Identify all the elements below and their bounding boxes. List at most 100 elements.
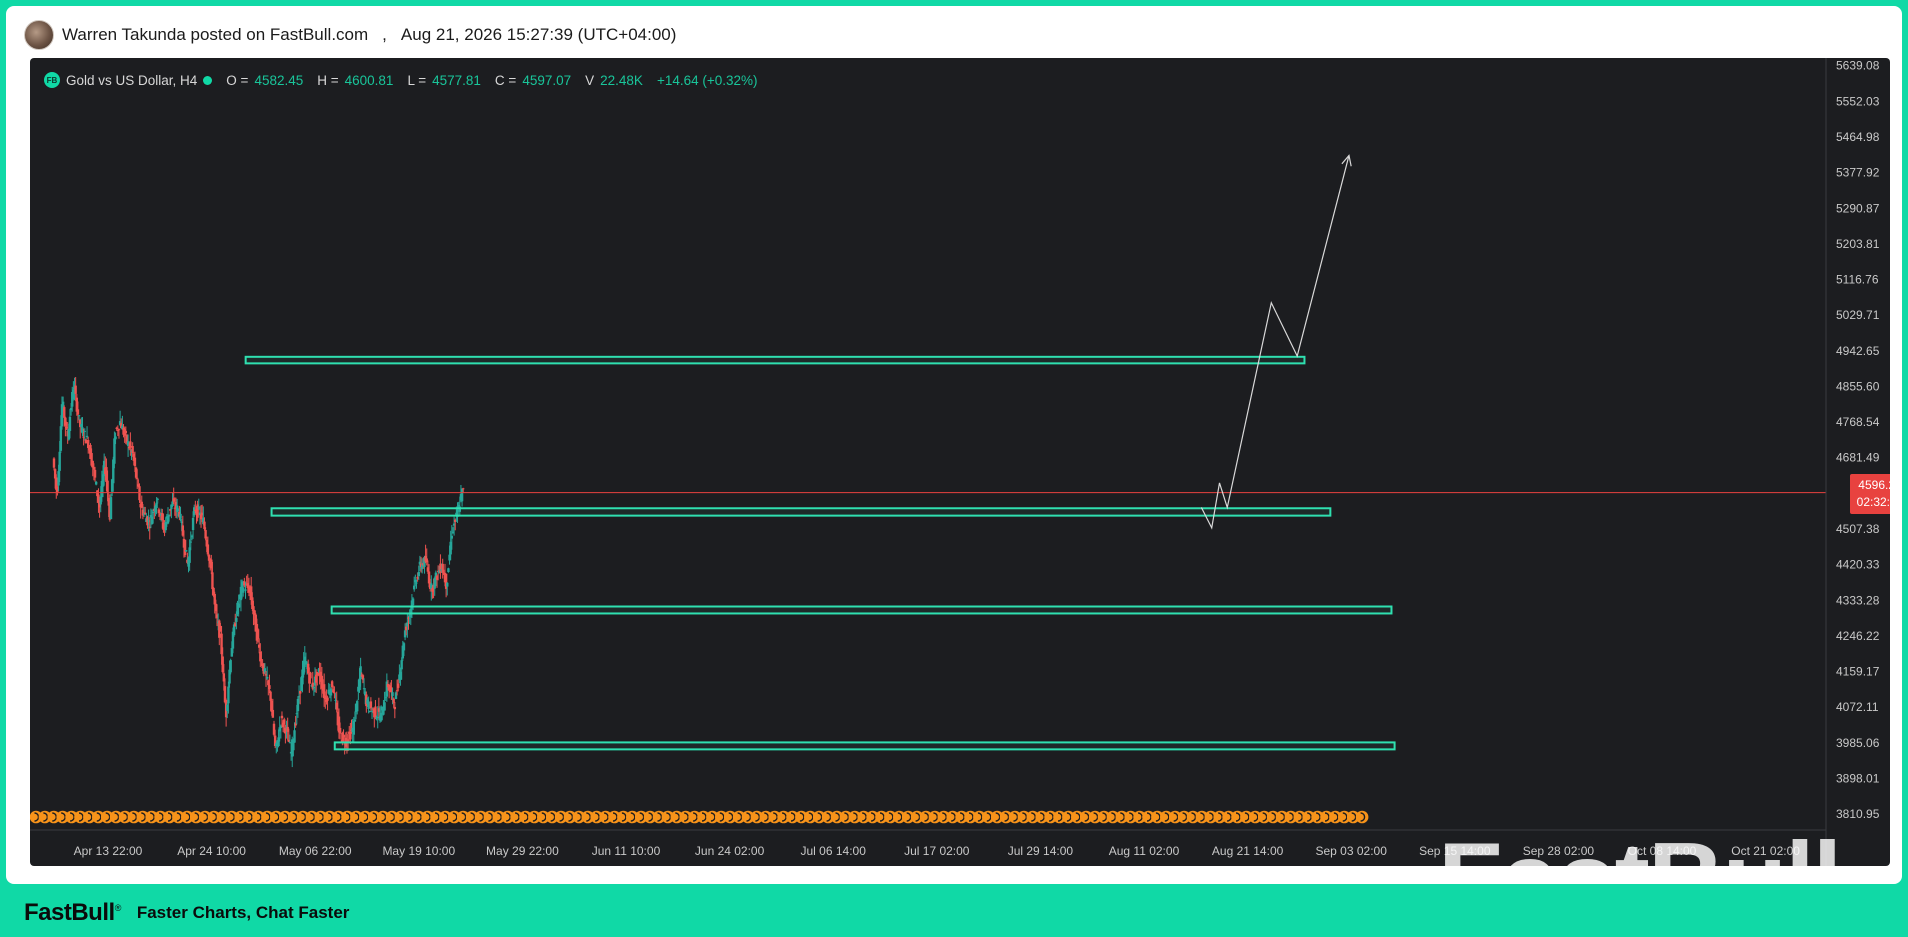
symbol-name[interactable]: Gold vs US Dollar, H4 [66, 73, 197, 88]
post-header: Warren Takunda posted on FastBull.com , … [24, 18, 676, 52]
price-axis[interactable]: 5639.08 5552.03 5464.98 5377.92 5290.87 5203.… [1836, 59, 1880, 821]
price-tick-label: 5377.92 [1836, 166, 1880, 180]
candle-body [227, 686, 230, 704]
current-price-tag: 4596.29 02:32:18 [1850, 474, 1890, 514]
candle-body [244, 589, 247, 591]
price-tick-label: 5203.81 [1836, 237, 1880, 251]
price-tick-label: 3810.95 [1836, 807, 1880, 821]
candle-body [106, 480, 109, 494]
projection-path[interactable] [1200, 155, 1350, 530]
close-value: 4597.07 [522, 72, 572, 88]
candle-body [329, 689, 333, 696]
price-tick-label: 3898.01 [1836, 771, 1880, 785]
candle-body [68, 416, 72, 431]
header-separator: , [382, 25, 387, 44]
candle-body [446, 582, 449, 587]
candle-body [235, 617, 238, 622]
time-tick-label: May 06 22:00 [279, 844, 352, 858]
chart-area[interactable]: 5639.08 5552.03 5464.98 5377.92 5290.87 5203.… [30, 58, 1890, 866]
footer: FastBull® Faster Charts, Chat Faster [24, 896, 349, 930]
candle-body [133, 457, 137, 466]
candle-body [183, 539, 187, 556]
post-card: Warren Takunda posted on FastBull.com , … [6, 6, 1902, 884]
candle-body [369, 701, 373, 709]
candle-body [293, 730, 296, 743]
candle-body [368, 711, 371, 713]
price-tick-label: 4159.17 [1836, 665, 1880, 679]
candle-body [185, 550, 188, 552]
support-resistance-zone[interactable] [330, 605, 1393, 615]
candle-body [309, 672, 312, 679]
price-tick-label: 5464.98 [1836, 130, 1880, 144]
candle-body [462, 488, 465, 490]
candle-body [117, 429, 121, 431]
price-tick-label: 5290.87 [1836, 201, 1880, 215]
support-resistance-zone[interactable] [244, 355, 1306, 365]
price-tick-label: 5552.03 [1836, 94, 1880, 108]
candle-body [356, 701, 359, 712]
candle-body [156, 498, 159, 500]
candle-body [136, 477, 139, 479]
candle-body [83, 430, 86, 432]
time-tick-label: May 29 22:00 [486, 844, 559, 858]
candle-body [367, 701, 370, 709]
price-tick-label: 4768.54 [1836, 415, 1880, 429]
footer-logo-mark: ® [114, 903, 122, 913]
change-value: +14.64 (+0.32%) [656, 72, 758, 88]
low-value: 4577.81 [432, 72, 481, 88]
price-tick-label: 5639.08 [1836, 59, 1880, 73]
zones[interactable] [244, 355, 1396, 751]
candle-body [450, 535, 454, 539]
candle-body [76, 409, 80, 415]
price-tick-label: 4942.65 [1836, 344, 1880, 358]
candles [52, 377, 465, 768]
price-tick-label: 4072.11 [1836, 700, 1879, 714]
candle-body [206, 544, 210, 555]
volume-value: 22.48K [600, 72, 643, 88]
price-tick-label: 4246.22 [1836, 629, 1880, 643]
price-tick-label: 5029.71 [1836, 308, 1880, 322]
candlestick-chart[interactable]: 5639.08 5552.03 5464.98 5377.92 5290.87 5203.… [30, 58, 1890, 866]
event-markers[interactable] [30, 810, 1369, 824]
support-resistance-zone[interactable] [333, 741, 1396, 751]
market-open-dot-icon [203, 75, 213, 85]
candle-body [129, 441, 132, 448]
high-label: H = [317, 72, 339, 88]
candle-body [383, 702, 386, 711]
candle-body [299, 691, 302, 694]
support-resistance-zone[interactable] [270, 507, 1332, 517]
candle-body [271, 709, 275, 718]
price-tick-label: 4333.28 [1836, 593, 1880, 607]
candle-body [268, 685, 271, 690]
candle-body [179, 513, 182, 519]
time-tick-label: Apr 13 22:00 [74, 844, 143, 858]
time-tick-label: Jul 17 02:00 [904, 844, 970, 858]
price-tick-label: 4681.49 [1836, 451, 1880, 465]
candle-body [415, 582, 418, 584]
candle-body [59, 426, 63, 451]
low-label: L = [407, 72, 427, 88]
footer-logo[interactable]: FastBull® [24, 899, 121, 927]
candle-body [288, 742, 292, 744]
candle-body [280, 715, 284, 719]
price-tick-label: 4420.33 [1836, 558, 1880, 572]
candle-body [265, 676, 269, 679]
candle-body [189, 541, 192, 543]
event-marker-icon[interactable] [1355, 810, 1369, 824]
candle-body [229, 660, 232, 673]
candle-body [74, 385, 77, 394]
time-tick-label: Jul 29 14:00 [1008, 844, 1074, 858]
post-author-line[interactable]: Warren Takunda posted on FastBull.com [62, 25, 368, 45]
author-avatar[interactable] [24, 20, 54, 50]
candle-body [52, 458, 56, 468]
candle-body [94, 481, 98, 485]
candle-body [447, 568, 450, 573]
bar-countdown: 02:32:18 [1856, 495, 1890, 509]
candle-body [393, 706, 397, 710]
candle-body [109, 497, 113, 520]
price-tick-label: 4855.60 [1836, 379, 1880, 393]
candle-body [58, 451, 61, 471]
candle-body [397, 683, 400, 688]
post-timestamp: Aug 21, 2026 15:27:39 (UTC+04:00) [400, 25, 677, 44]
close-label: C = [494, 72, 517, 88]
